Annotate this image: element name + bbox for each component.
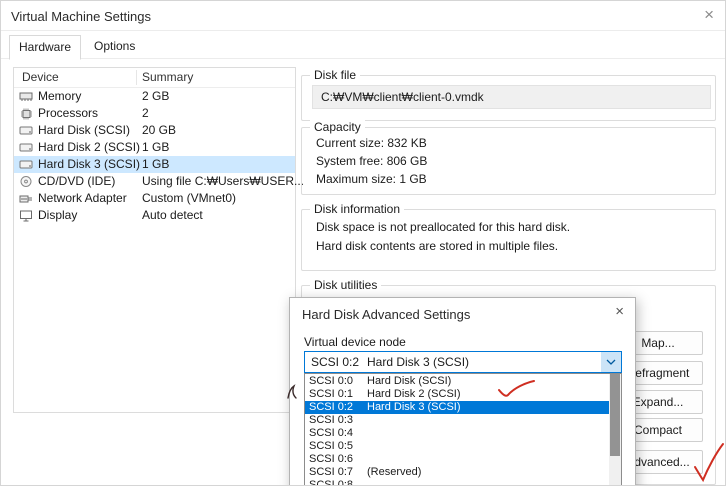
device-name: Processors xyxy=(38,106,99,120)
option-node: SCSI 0:3 xyxy=(309,414,354,426)
tab-separator xyxy=(1,58,725,59)
option-desc: (Reserved) xyxy=(367,466,422,478)
option-node: SCSI 0:0 xyxy=(309,375,354,387)
option-scsi-0-1[interactable]: SCSI 0:1 Hard Disk 2 (SCSI) xyxy=(305,388,609,401)
capacity-system-free: System free: 806 GB xyxy=(316,154,428,168)
capacity-group-label: Capacity xyxy=(310,120,365,134)
option-scsi-0-5[interactable]: SCSI 0:5 xyxy=(305,440,609,453)
option-scsi-0-8[interactable]: SCSI 0:8 xyxy=(305,479,609,486)
option-scsi-0-2[interactable]: SCSI 0:2 Hard Disk 3 (SCSI) xyxy=(305,401,609,414)
device-row-network-adapter[interactable]: Network Adapter Custom (VMnet0) xyxy=(14,190,295,207)
disk-utilities-group-label: Disk utilities xyxy=(310,278,382,292)
device-name: Memory xyxy=(38,89,82,103)
hard-disk-icon xyxy=(19,124,33,137)
disk-file-group: Disk file C:₩VM₩client₩client-0.vmdk xyxy=(301,68,716,121)
device-summary: 1 GB xyxy=(142,157,170,171)
disk-file-group-label: Disk file xyxy=(310,68,361,82)
close-icon[interactable]: × xyxy=(704,5,714,25)
column-header-summary: Summary xyxy=(142,70,194,84)
option-desc: Hard Disk (SCSI) xyxy=(367,375,452,387)
window-title: Virtual Machine Settings xyxy=(11,9,151,24)
network-adapter-icon xyxy=(19,192,33,205)
combo-value-desc: Hard Disk 3 (SCSI) xyxy=(367,355,470,369)
option-scsi-0-0[interactable]: SCSI 0:0 Hard Disk (SCSI) xyxy=(305,375,609,388)
device-row-cd-dvd[interactable]: CD/DVD (IDE) Using file C:₩Users₩USER... xyxy=(14,173,304,190)
capacity-maximum-size: Maximum size: 1 GB xyxy=(316,172,427,186)
device-row-processors[interactable]: Processors 2 xyxy=(14,105,295,122)
dropdown-scrollbar[interactable] xyxy=(609,374,621,485)
virtual-machine-settings-window: Virtual Machine Settings × Hardware Opti… xyxy=(0,0,726,486)
option-node: SCSI 0:8 xyxy=(309,479,354,486)
column-header-device: Device xyxy=(22,70,59,84)
disk-information-group-label: Disk information xyxy=(310,202,405,216)
device-node-dropdown-list: SCSI 0:0 Hard Disk (SCSI) SCSI 0:1 Hard … xyxy=(304,373,622,486)
option-scsi-0-6[interactable]: SCSI 0:6 xyxy=(305,453,609,466)
device-name: Network Adapter xyxy=(38,191,127,205)
combo-value-node: SCSI 0:2 xyxy=(311,355,360,369)
option-node: SCSI 0:7 xyxy=(309,466,354,478)
option-node: SCSI 0:1 xyxy=(309,388,354,400)
device-list-header: Device Summary xyxy=(14,68,295,88)
tab-options[interactable]: Options xyxy=(85,35,144,58)
option-scsi-0-7[interactable]: SCSI 0:7 (Reserved) xyxy=(305,466,609,479)
disk-file-path-field[interactable]: C:₩VM₩client₩client-0.vmdk xyxy=(312,85,711,109)
option-node: SCSI 0:5 xyxy=(309,440,354,452)
device-name: Hard Disk 3 (SCSI) xyxy=(38,157,141,171)
hard-disk-icon xyxy=(19,141,33,154)
display-icon xyxy=(19,209,33,222)
virtual-device-node-label: Virtual device node xyxy=(304,335,406,349)
scrollbar-thumb[interactable] xyxy=(610,374,620,456)
processor-icon xyxy=(19,107,33,120)
hard-disk-icon xyxy=(19,158,33,171)
option-scsi-0-3[interactable]: SCSI 0:3 xyxy=(305,414,609,427)
column-divider xyxy=(136,70,137,85)
option-node: SCSI 0:6 xyxy=(309,453,354,465)
chevron-down-icon[interactable] xyxy=(601,352,621,372)
memory-icon xyxy=(19,90,33,103)
device-summary: Custom (VMnet0) xyxy=(142,191,237,205)
device-summary: 20 GB xyxy=(142,123,177,137)
device-row-hard-disk-3[interactable]: Hard Disk 3 (SCSI) 1 GB xyxy=(14,156,295,173)
disk-information-group: Disk information Disk space is not preal… xyxy=(301,202,716,271)
option-node: SCSI 0:4 xyxy=(309,427,354,439)
option-node: SCSI 0:2 xyxy=(309,401,354,413)
device-row-memory[interactable]: Memory 2 GB xyxy=(14,88,295,105)
device-name: Hard Disk (SCSI) xyxy=(38,123,131,137)
capacity-group: Capacity Current size: 832 KB System fre… xyxy=(301,120,716,195)
hard-disk-advanced-settings-dialog: Hard Disk Advanced Settings × Virtual de… xyxy=(289,297,636,486)
virtual-device-node-combobox[interactable]: SCSI 0:2 Hard Disk 3 (SCSI) xyxy=(304,351,622,373)
device-list: Device Summary Memory 2 GB Processors 2 … xyxy=(13,67,304,413)
disk-info-line-1: Disk space is not preallocated for this … xyxy=(316,220,571,234)
device-summary: 2 GB xyxy=(142,89,170,103)
capacity-current-size: Current size: 832 KB xyxy=(316,136,427,150)
device-row-hard-disk-2[interactable]: Hard Disk 2 (SCSI) 1 GB xyxy=(14,139,295,156)
device-summary: 2 xyxy=(142,106,149,120)
option-desc: Hard Disk 2 (SCSI) xyxy=(367,388,461,400)
device-name: Hard Disk 2 (SCSI) xyxy=(38,140,141,154)
device-row-display[interactable]: Display Auto detect xyxy=(14,207,295,224)
device-name: Display xyxy=(38,208,78,222)
device-row-hard-disk[interactable]: Hard Disk (SCSI) 20 GB xyxy=(14,122,295,139)
close-icon[interactable]: × xyxy=(615,303,624,321)
cd-dvd-icon xyxy=(19,175,33,188)
tab-hardware[interactable]: Hardware xyxy=(9,35,82,60)
option-desc: Hard Disk 3 (SCSI) xyxy=(367,401,461,413)
disk-info-line-2: Hard disk contents are stored in multipl… xyxy=(316,239,559,253)
device-summary: 1 GB xyxy=(142,140,170,154)
device-summary: Auto detect xyxy=(142,208,203,222)
dialog-title: Hard Disk Advanced Settings xyxy=(302,307,471,322)
option-scsi-0-4[interactable]: SCSI 0:4 xyxy=(305,427,609,440)
title-separator xyxy=(1,30,725,31)
device-name: CD/DVD (IDE) xyxy=(38,174,116,188)
device-summary: Using file C:₩Users₩USER... xyxy=(142,174,305,188)
